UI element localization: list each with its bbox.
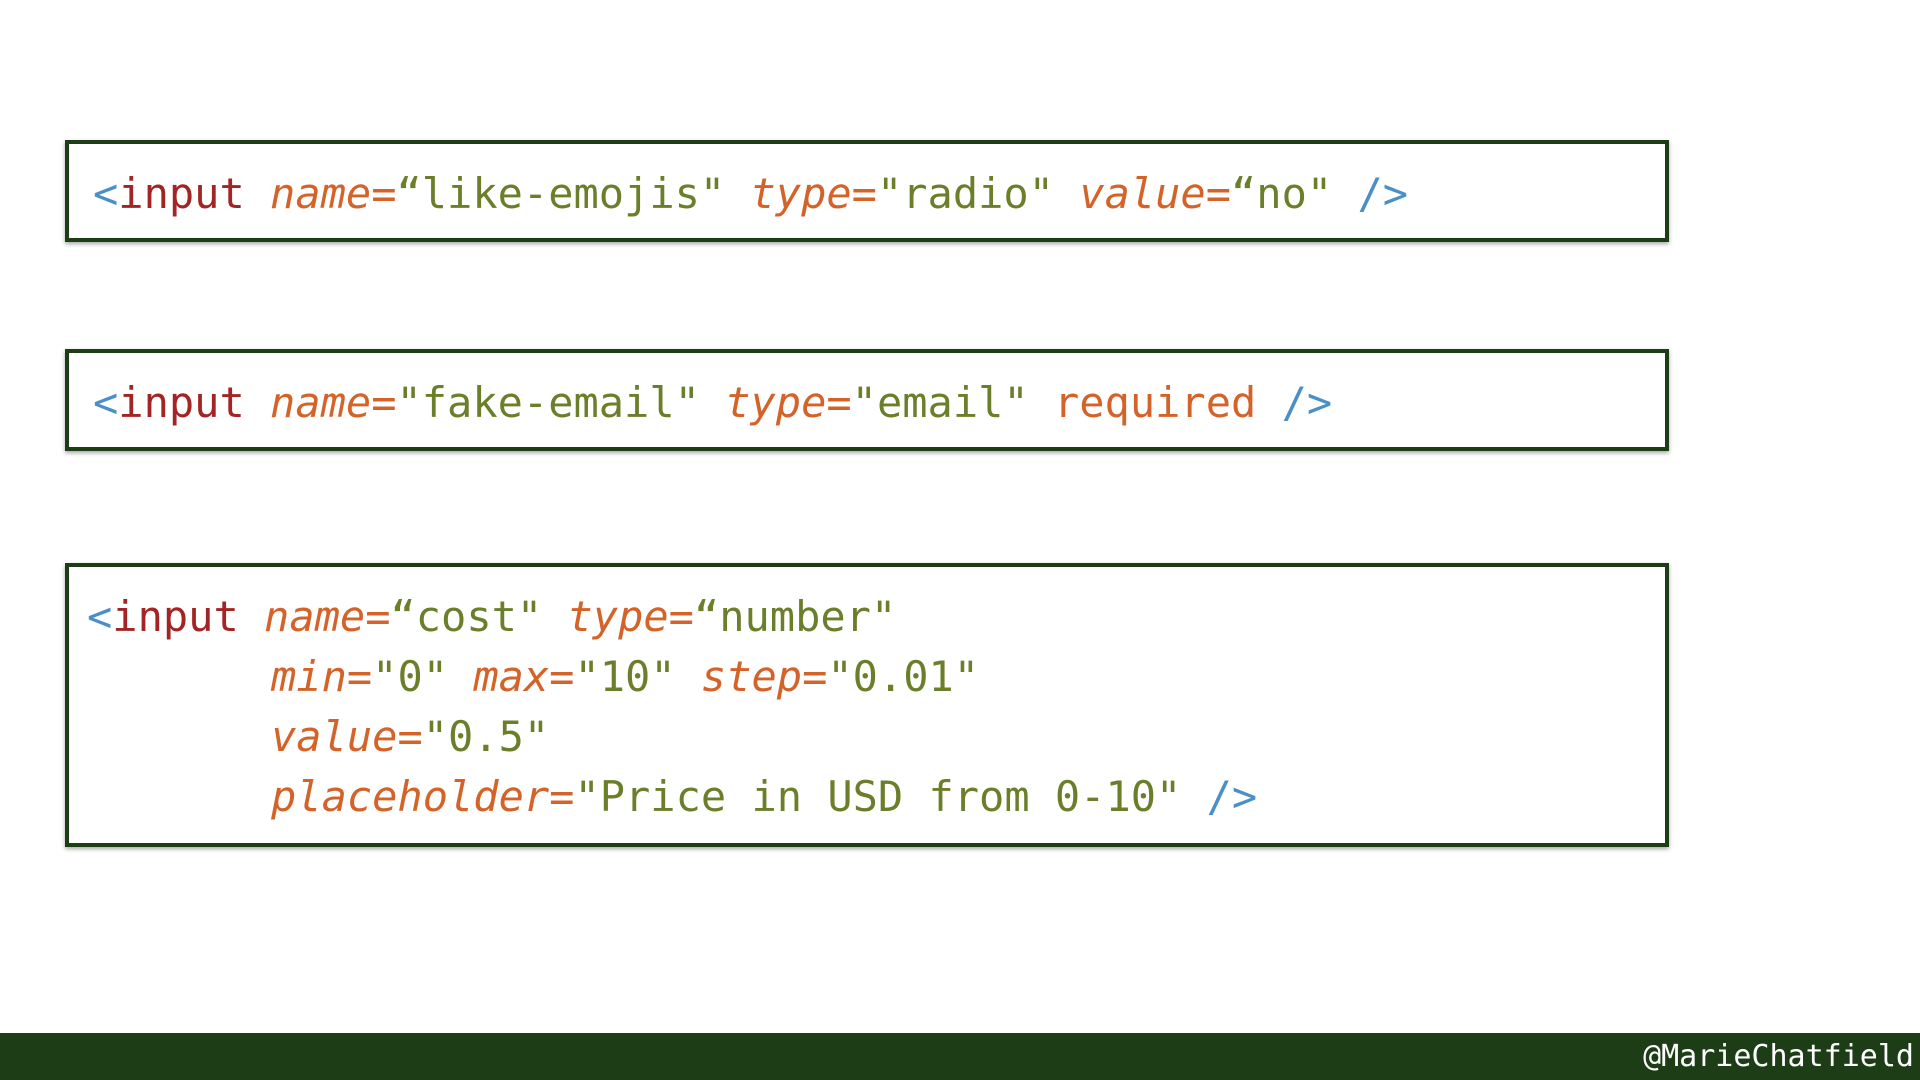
tag-name: input (118, 378, 245, 427)
open-bracket: < (87, 592, 113, 641)
attribute-name: name (270, 378, 372, 427)
attribute-name: value (1079, 169, 1206, 218)
equals-sign: = (851, 169, 877, 218)
attribute-name: placeholder (271, 772, 550, 821)
equals-sign: = (668, 592, 694, 641)
attribute-value: "email" (851, 378, 1029, 427)
equals-sign: = (1205, 169, 1232, 218)
code-block-radio: <input name=“like-emojis" type="radio" v… (65, 140, 1669, 242)
tag-name: input (112, 592, 239, 641)
attribute-name: min (271, 652, 347, 701)
attribute-value: "Price in USD from 0-10" (574, 772, 1182, 821)
attribute-value: “cost" (390, 592, 543, 641)
equals-sign: = (802, 652, 828, 701)
tag-name: input (118, 169, 245, 218)
code-line: min="0" max="10" step="0.01" (87, 647, 1665, 707)
attribute-value: "fake-email" (396, 378, 700, 427)
code-line: <input name=“like-emojis" type="radio" v… (93, 164, 1665, 224)
attribute-name: step (700, 652, 803, 701)
attribute-name: type (750, 169, 852, 218)
attribute-value: “no" (1231, 169, 1333, 218)
equals-sign: = (549, 772, 575, 821)
code-line: placeholder="Price in USD from 0-10" /> (87, 767, 1665, 827)
attribute-value: “like-emojis" (396, 169, 726, 218)
code-block-number: <input name=“cost" type=“number" min="0" … (65, 563, 1669, 847)
code-block-email: <input name="fake-email" type="email" re… (65, 349, 1669, 451)
attribute-name: value (271, 712, 398, 761)
self-close-bracket: /> (1357, 169, 1409, 218)
equals-sign: = (346, 652, 373, 701)
attribute-value: "0.01" (827, 652, 980, 701)
open-bracket: < (93, 378, 119, 427)
code-line: <input name=“cost" type=“number" (87, 587, 1665, 647)
equals-sign: = (371, 169, 397, 218)
code-line: value="0.5" (87, 707, 1665, 767)
attribute-value: "radio" (876, 169, 1054, 218)
equals-sign: = (549, 652, 575, 701)
attribute-value: "0.5" (422, 712, 550, 761)
attribute-name: max (473, 652, 550, 701)
attribute-name: type (725, 378, 827, 427)
equals-sign: = (365, 592, 391, 641)
attribute-name: type (567, 592, 669, 641)
attribute-name: name (270, 169, 372, 218)
code-line: <input name="fake-email" type="email" re… (93, 373, 1665, 433)
equals-sign: = (371, 378, 397, 427)
attribute-value: "10" (574, 652, 676, 701)
footer-bar: @MarieChatfield (0, 1033, 1920, 1080)
author-handle: @MarieChatfield (1643, 1039, 1914, 1074)
equals-sign: = (397, 712, 423, 761)
open-bracket: < (93, 169, 119, 218)
self-close-bracket: /> (1206, 772, 1258, 821)
self-close-bracket: /> (1281, 378, 1333, 427)
slide: <input name=“like-emojis" type="radio" v… (0, 0, 1920, 1080)
attribute-value: “number" (693, 592, 897, 641)
equals-sign: = (826, 378, 852, 427)
boolean-attribute: required (1053, 378, 1257, 427)
attribute-name: name (264, 592, 366, 641)
attribute-value: "0" (372, 652, 449, 701)
